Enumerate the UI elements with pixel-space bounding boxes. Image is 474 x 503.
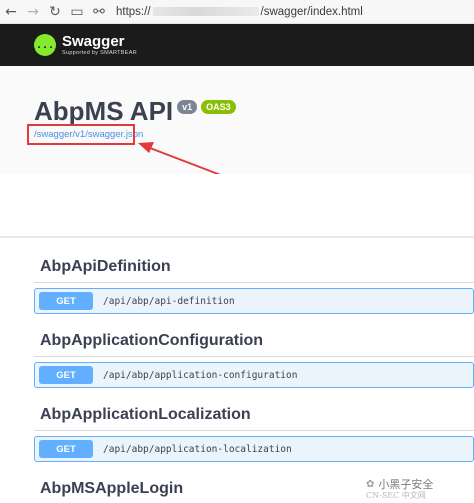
browser-toolbar: ← → ↻ ▭ ⚯ https:// /swagger/index.html (0, 0, 474, 24)
opblock-application-configuration[interactable]: GET /api/abp/application-configuration (34, 362, 474, 388)
oas-badge: OAS3 (201, 100, 236, 114)
address-bar[interactable]: https:// /swagger/index.html (116, 6, 363, 18)
tag-divider (34, 282, 474, 283)
url-prefix: https:// (116, 5, 151, 18)
page-title: AbpMS API (34, 96, 174, 126)
tag-divider (34, 430, 474, 431)
watermark-footer: CN-SEC 中文网 (366, 491, 426, 500)
opblock-application-localization[interactable]: GET /api/abp/application-localization (34, 436, 474, 462)
get-method-badge: GET (39, 440, 93, 458)
opblock-api-definition[interactable]: GET /api/abp/api-definition (34, 288, 474, 314)
get-method-badge: GET (39, 366, 93, 384)
tag-abp-ms-apple-login[interactable]: AbpMSAppleLogin (40, 480, 183, 498)
annotation-highlight-box (27, 124, 135, 145)
forward-arrow-icon[interactable]: → (22, 0, 44, 24)
swagger-logo-icon[interactable]: {...} (30, 34, 60, 56)
get-method-badge: GET (39, 292, 93, 310)
logo-glyph: {...} (29, 39, 61, 51)
back-arrow-icon[interactable]: ← (0, 0, 22, 24)
url-suffix: /swagger/index.html (260, 5, 363, 18)
url-redacted-host (152, 6, 259, 16)
brand-name: Swagger (62, 32, 125, 50)
operation-path: /api/abp/application-localization (103, 443, 292, 455)
title-row: AbpMS API v1 OAS3 (34, 96, 236, 126)
version-badge: v1 (177, 100, 198, 114)
wechat-icon: ✿ (366, 478, 375, 490)
swagger-topbar: {...} Swagger Supported by SMARTBEAR (0, 24, 474, 66)
section-divider (0, 236, 474, 238)
site-info-icon[interactable]: ⚯ (88, 0, 110, 24)
swagger-logo-text[interactable]: Swagger Supported by SMARTBEAR (62, 32, 137, 57)
operation-path: /api/abp/api-definition (103, 295, 235, 307)
info-spacer (0, 174, 474, 236)
api-info: AbpMS API v1 OAS3 /swagger/v1/swagger.js… (0, 66, 474, 174)
tag-abp-application-localization[interactable]: AbpApplicationLocalization (40, 406, 251, 424)
operation-path: /api/abp/application-configuration (103, 369, 298, 381)
reload-icon[interactable]: ↻ (44, 0, 66, 24)
tag-divider (34, 356, 474, 357)
tag-abp-api-definition[interactable]: AbpApiDefinition (40, 258, 171, 276)
tab-search-icon[interactable]: ▭ (66, 0, 88, 24)
tag-abp-application-configuration[interactable]: AbpApplicationConfiguration (40, 332, 263, 350)
brand-tagline: Supported by SMARTBEAR (62, 49, 137, 56)
